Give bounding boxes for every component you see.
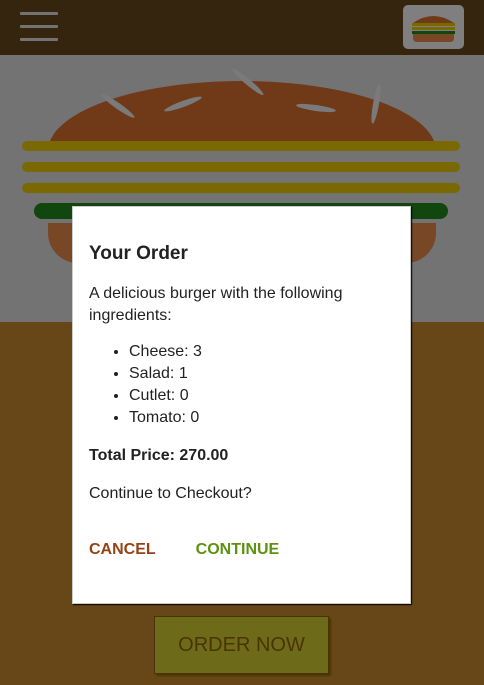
total-price: Total Price: 270.00 (89, 447, 229, 464)
list-item: Salad: 1 (129, 363, 394, 385)
order-intro-text: A delicious burger with the following in… (89, 285, 343, 324)
list-item: Tomato: 0 (129, 407, 394, 429)
list-item: Cheese: 3 (129, 341, 394, 363)
list-item: Cutlet: 0 (129, 385, 394, 407)
modal-actions: CANCEL CONTINUE (89, 541, 394, 559)
continue-button[interactable]: CONTINUE (196, 541, 280, 559)
checkout-question: Continue to Checkout? (89, 485, 252, 502)
order-summary-modal: Your Order A delicious burger with the f… (72, 206, 411, 604)
ingredient-list: Cheese: 3 Salad: 1 Cutlet: 0 Tomato: 0 (89, 341, 394, 429)
modal-title: Your Order (89, 243, 188, 264)
cancel-button[interactable]: CANCEL (89, 541, 156, 559)
